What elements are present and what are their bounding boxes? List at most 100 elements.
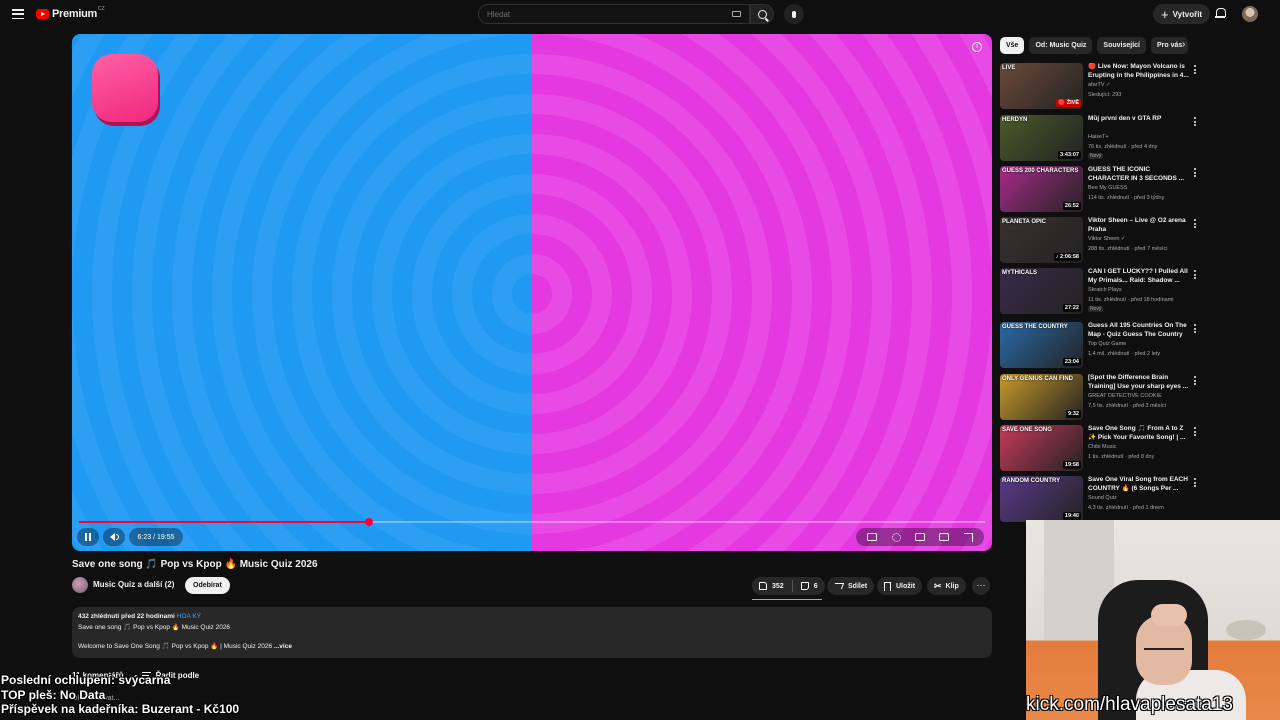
share-button[interactable]: Sdílet (827, 577, 875, 595)
create-button[interactable]: + Vytvořit (1153, 4, 1211, 24)
more-vert-icon[interactable] (1194, 270, 1197, 279)
theater-mode-icon[interactable] (939, 533, 950, 541)
create-label: Vytvořit (1172, 9, 1203, 19)
channel-name[interactable]: Skratch Plays (1088, 287, 1122, 293)
channel-name[interactable]: Sound Quiz (1088, 495, 1117, 501)
recommended-video-item[interactable]: PLANETA OPIC ♪ 2:06:58 Viktor Sheen – Live… (1000, 217, 1205, 263)
search-button[interactable] (750, 4, 774, 24)
clip-button[interactable]: ✂ Klip (927, 577, 966, 595)
channel-avatar[interactable] (72, 577, 88, 593)
volume-wave-icon (115, 534, 119, 540)
chip-from-channel[interactable]: Od: Music Quiz (1029, 37, 1093, 54)
progress-scrubber[interactable] (364, 518, 373, 526)
video-title-link[interactable]: 🔴 Live Now: Mayon Volcano is Erupting in… (1088, 63, 1192, 80)
youtube-logo[interactable]: Premium CZ (36, 6, 105, 20)
more-actions-button[interactable]: ⋯ (972, 577, 990, 595)
more-vert-icon[interactable] (1194, 219, 1197, 228)
channel-name[interactable]: Chibi Music (1088, 444, 1116, 450)
more-vert-icon[interactable] (1194, 478, 1197, 487)
video-thumbnail[interactable]: PLANETA OPIC ♪ 2:06:58 (1000, 217, 1083, 263)
settings-gear-icon[interactable] (891, 532, 901, 542)
video-title-link[interactable]: CAN I GET LUCKY?? I Pulled All My Primal… (1088, 268, 1192, 285)
video-title-link[interactable]: Viktor Sheen – Live @ O2 arena Praha (1088, 217, 1192, 234)
recommended-video-item[interactable]: LIVE 🔴 ŽIVĚ 🔴 Live Now: Mayon Volcano is E… (1000, 63, 1205, 109)
description-line: Save one song 🎵 Pop vs Kpop 🔥 Music Quiz… (78, 624, 231, 631)
search-placeholder: Hledat (487, 10, 511, 19)
subtitles-icon[interactable] (867, 533, 878, 541)
video-title-link[interactable]: [Spot the Difference Brain Training] Use… (1088, 374, 1192, 391)
channel-name[interactable]: afarTV ✓ (1088, 82, 1111, 88)
bell-icon[interactable] (1215, 8, 1226, 19)
more-vert-icon[interactable] (1194, 376, 1197, 385)
menu-icon[interactable] (12, 9, 24, 19)
miniplayer-icon[interactable] (914, 533, 925, 541)
video-thumbnail[interactable]: GUESS THE COUNTRY 23:04 (1000, 322, 1083, 368)
plus-icon: + (1161, 6, 1169, 22)
channel-name[interactable]: Viktor Sheen ✓ (1088, 236, 1126, 242)
recommended-video-item[interactable]: GUESS THE COUNTRY 23:04 Guess All 195 Coun… (1000, 322, 1205, 368)
video-thumbnail[interactable]: GUESS 200 CHARACTERS 26:52 (1000, 166, 1083, 212)
overlay-line-3: Příspěvek na kadeřníka: Buzerant - Kč100 (1, 702, 240, 716)
hashtag-link[interactable]: HOA KÝ (177, 613, 201, 620)
channel-name[interactable]: HaiseT+ (1088, 134, 1109, 140)
channel-name[interactable]: GREAT DETECTIVE COOKIE (1088, 393, 1162, 399)
description-box[interactable]: 432 zhlédnutí před 22 hodinami HOA KÝ Sav… (72, 607, 992, 658)
save-button[interactable]: Uložit (877, 577, 923, 595)
dislike-count[interactable]: 6 (814, 583, 818, 590)
info-icon[interactable]: i (972, 42, 982, 52)
pink-button-graphic (92, 54, 158, 122)
video-thumbnail[interactable]: MYTHICALS 27:22 (1000, 268, 1083, 314)
more-vert-icon[interactable] (1194, 324, 1197, 333)
description-meta: 432 zhlédnutí před 22 hodinami HOA KÝ (78, 613, 986, 620)
duration-badge: 19:40 (1062, 512, 1081, 520)
subscribe-button[interactable]: Odebírat (185, 577, 230, 594)
video-title-link[interactable]: Save One Song 🎵 From A to Z ✨ Pick Your … (1088, 425, 1192, 442)
player-right-controls (856, 528, 984, 546)
channel-name[interactable]: Top Quiz Game (1088, 341, 1126, 347)
more-vert-icon[interactable] (1194, 168, 1197, 177)
chip-related[interactable]: Související (1097, 37, 1146, 54)
voice-search-button[interactable] (784, 4, 804, 24)
chip-all[interactable]: Vše (1000, 37, 1025, 54)
dislike-icon[interactable] (800, 582, 809, 590)
like-icon[interactable] (759, 582, 767, 590)
show-more-link[interactable]: ...více (274, 643, 292, 650)
video-title-link[interactable]: GUESS THE ICONIC CHARACTER IN 3 SECONDS … (1088, 166, 1192, 183)
pause-button[interactable] (77, 528, 99, 546)
save-icon (884, 581, 891, 591)
recommended-video-item[interactable]: GUESS 200 CHARACTERS 26:52 GUESS THE ICONI… (1000, 166, 1205, 212)
chevron-right-icon[interactable]: › (1182, 39, 1185, 50)
video-title-link[interactable]: Můj první den v GTA RP (1088, 115, 1192, 124)
recommended-video-item[interactable]: SAVE ONE SONG 19:58 Save One Song 🎵 From A… (1000, 425, 1205, 471)
search-input[interactable]: Hledat (478, 4, 750, 24)
video-thumbnail[interactable]: HERDYN 3:43:07 (1000, 115, 1083, 161)
recommended-video-item[interactable]: ONLY GENIUS CAN FIND 9:32 [Spot the Differ… (1000, 374, 1205, 420)
recommended-video-item[interactable]: RANDOM COUNTRY 19:40 Save One Viral Song f… (1000, 476, 1205, 522)
video-thumbnail[interactable]: RANDOM COUNTRY 19:40 (1000, 476, 1083, 522)
volume-button[interactable] (103, 528, 125, 546)
channel-name[interactable]: Music Quiz a další (2) (93, 580, 174, 589)
video-meta: 288 tis. zhlédnutí · před 7 měsíci (1088, 246, 1168, 252)
video-right-panel (532, 34, 992, 551)
video-meta: 1,4 mil. zhlédnutí · před 2 lety (1088, 351, 1161, 357)
fullscreen-icon[interactable] (963, 532, 973, 542)
more-vert-icon[interactable] (1194, 427, 1197, 436)
video-meta: 7,5 tis. zhlédnutí · před 3 měsíci (1088, 403, 1166, 409)
account-avatar[interactable] (1242, 6, 1258, 22)
more-vert-icon[interactable] (1194, 117, 1197, 126)
video-thumbnail[interactable]: LIVE 🔴 ŽIVĚ (1000, 63, 1083, 109)
video-title-link[interactable]: Save One Viral Song from EACH COUNTRY 🔥 … (1088, 476, 1192, 493)
thumbnail-text: ONLY GENIUS CAN FIND (1002, 376, 1074, 382)
recommended-video-item[interactable]: HERDYN 3:43:07 Můj první den v GTA RP Haise… (1000, 115, 1205, 161)
video-thumbnail[interactable]: ONLY GENIUS CAN FIND 9:32 (1000, 374, 1083, 420)
duration-badge: 27:22 (1062, 304, 1081, 312)
channel-name[interactable]: Bee My GUESS (1088, 185, 1127, 191)
progress-bar[interactable] (79, 518, 985, 526)
video-title-link[interactable]: Guess All 195 Countries On The Map - Qui… (1088, 322, 1192, 339)
video-thumbnail[interactable]: SAVE ONE SONG 19:58 (1000, 425, 1083, 471)
video-player[interactable]: i 6:23 / 19:55 (72, 34, 992, 551)
recommended-video-item[interactable]: MYTHICALS 27:22 CAN I GET LUCKY?? I Pulled… (1000, 268, 1205, 314)
more-vert-icon[interactable] (1194, 65, 1197, 74)
keyboard-icon[interactable] (732, 11, 741, 17)
like-count[interactable]: 352 (772, 583, 784, 590)
